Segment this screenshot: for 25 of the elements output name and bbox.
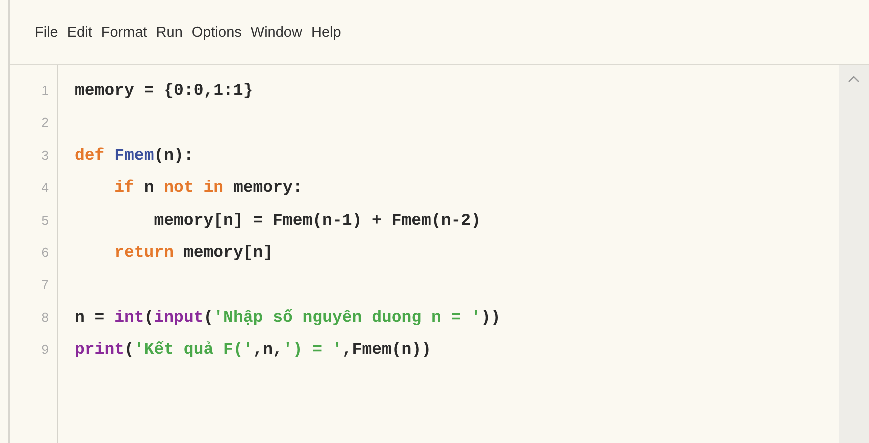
code-line: if n not in memory: bbox=[114, 178, 303, 198]
menu-item[interactable]: Options bbox=[190, 23, 243, 45]
menu-item[interactable]: File bbox=[34, 23, 60, 45]
menu-item[interactable]: Window bbox=[250, 23, 304, 45]
line-number: 9 bbox=[42, 341, 49, 360]
line-number: 8 bbox=[42, 308, 49, 327]
line-number: 6 bbox=[42, 244, 49, 262]
menu-item[interactable]: Run bbox=[155, 23, 184, 45]
line-number: 5 bbox=[42, 212, 49, 230]
code-line: def Fmem(n): bbox=[75, 146, 194, 165]
scroll-up-icon[interactable] bbox=[848, 75, 860, 83]
scrollbar[interactable] bbox=[839, 65, 869, 443]
code-line: n = int(input('Nhập số nguyên duong n = ')) bbox=[75, 308, 501, 327]
code-line: print('Kết quả F(',n,') = ',Fmem(n)) bbox=[75, 340, 432, 360]
line-number: 2 bbox=[42, 114, 49, 132]
line-number: 3 bbox=[42, 146, 49, 165]
menu-item[interactable]: Help bbox=[310, 23, 342, 45]
menu-item[interactable]: Edit bbox=[66, 23, 94, 45]
line-number: 7 bbox=[42, 276, 49, 294]
code-line: return memory[n] bbox=[114, 242, 274, 262]
code-line: memory[n] = Fmem(n-1) + Fmem(n-2) bbox=[153, 210, 481, 230]
line-number: 1 bbox=[42, 82, 49, 100]
menu-item[interactable]: Format bbox=[100, 23, 148, 45]
line-number: 4 bbox=[42, 179, 49, 198]
code-line: memory = {0:0,1:1} bbox=[75, 81, 254, 100]
